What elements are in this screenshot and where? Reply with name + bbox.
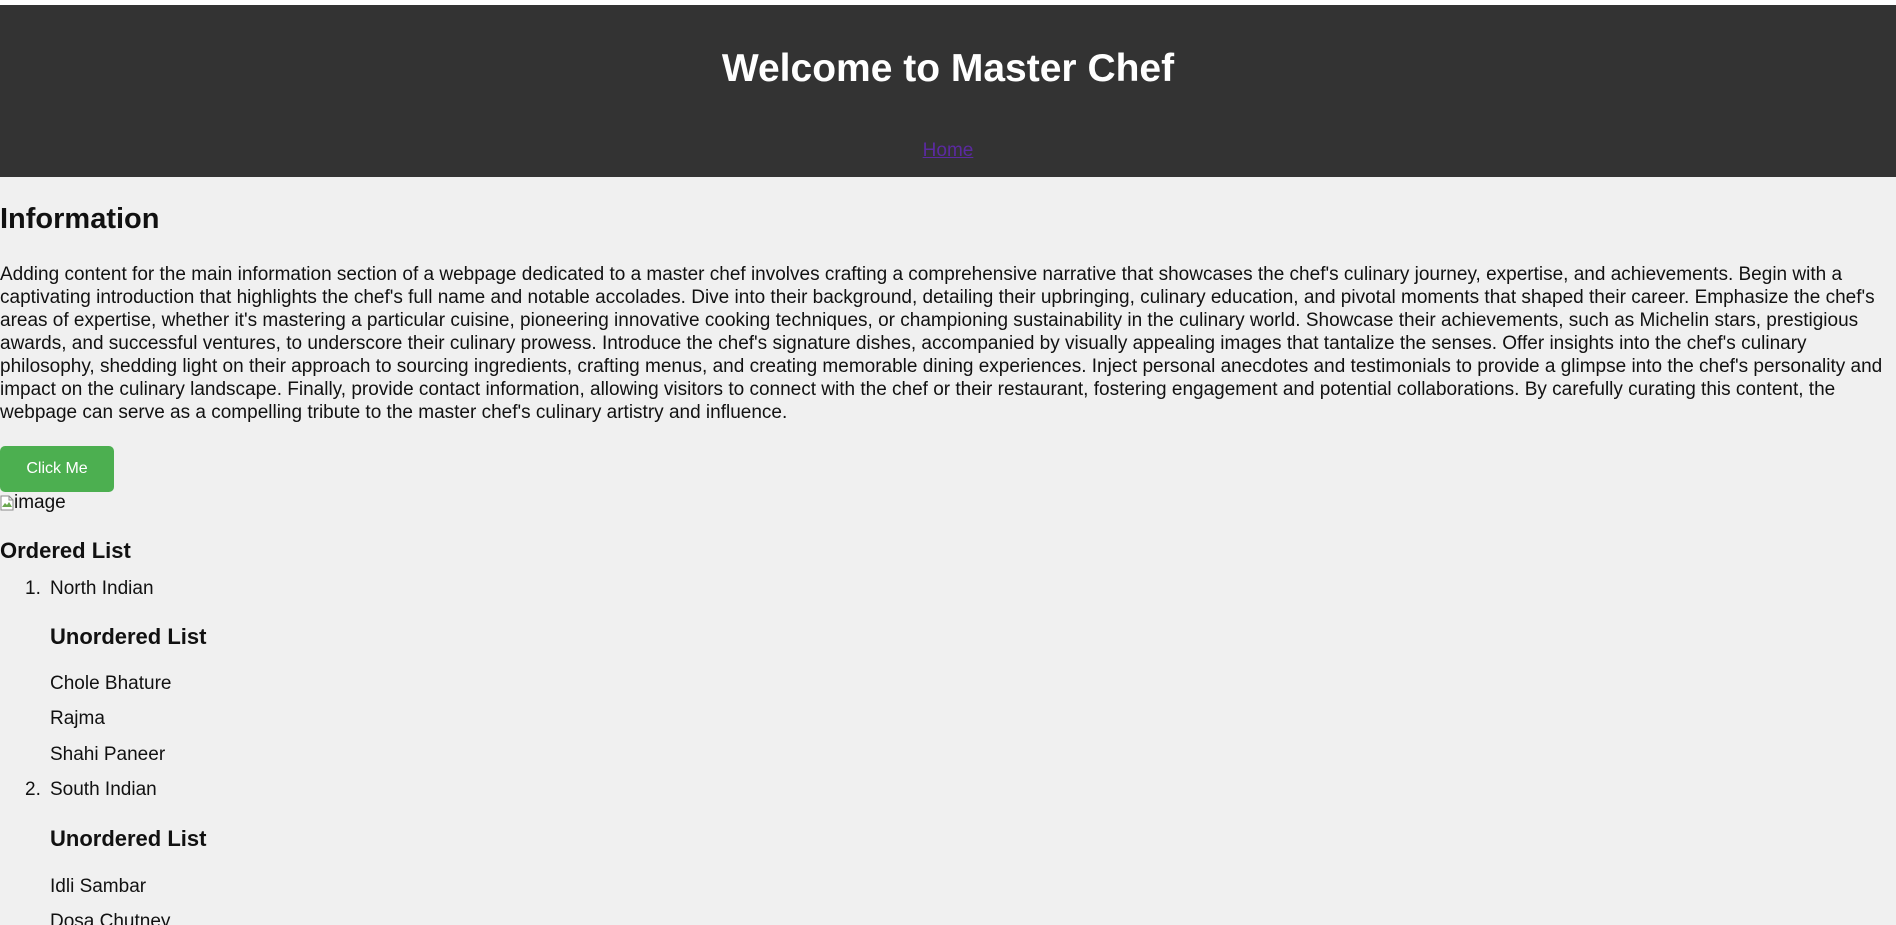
page: Welcome to Master Chef Home Information … <box>0 5 1896 925</box>
browser-viewport: Welcome to Master Chef Home Information … <box>0 0 1896 925</box>
unordered-list-heading: Unordered List <box>50 826 207 851</box>
information-paragraph: Adding content for the main information … <box>0 264 1883 423</box>
page-title: Welcome to Master Chef <box>721 47 1175 90</box>
ordered-list-heading: Ordered List <box>0 538 131 563</box>
unordered-list-item: Dosa Chutney <box>50 911 171 925</box>
unordered-list-heading: Unordered List <box>50 624 207 649</box>
list-number: 1. <box>25 578 41 599</box>
list-item-label: South Indian <box>50 779 157 800</box>
unordered-list-item: Chole Bhature <box>50 673 172 694</box>
broken-image: image <box>0 491 66 515</box>
nav-home-link[interactable]: Home <box>923 140 974 161</box>
site-header: Welcome to Master Chef Home <box>0 5 1896 177</box>
information-heading: Information <box>0 203 160 235</box>
click-me-button[interactable]: Click Me <box>0 446 114 492</box>
unordered-list-item: Idli Sambar <box>50 876 147 897</box>
list-number: 2. <box>25 779 41 800</box>
broken-image-icon <box>0 495 14 511</box>
unordered-list-item: Shahi Paneer <box>50 744 166 765</box>
list-item-label: North Indian <box>50 578 154 599</box>
unordered-list-item: Rajma <box>50 708 105 729</box>
image-alt-text: image <box>14 492 66 513</box>
main-nav: Home <box>0 139 1896 163</box>
